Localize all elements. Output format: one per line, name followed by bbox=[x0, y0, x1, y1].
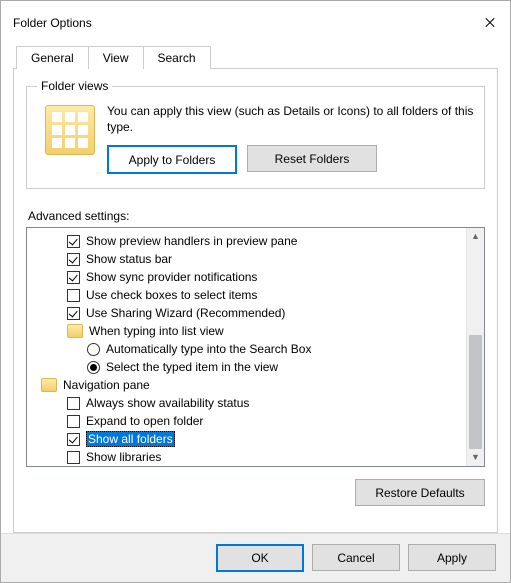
list-item-label: Show sync provider notifications bbox=[86, 270, 257, 284]
checkbox-icon[interactable] bbox=[67, 235, 80, 248]
checkbox-icon[interactable] bbox=[67, 451, 80, 464]
list-item[interactable]: Use check boxes to select items bbox=[33, 286, 467, 304]
reset-folders-button[interactable]: Reset Folders bbox=[247, 145, 377, 172]
list-item[interactable]: Show sync provider notifications bbox=[33, 268, 467, 286]
dialog-button-row: OK Cancel Apply bbox=[1, 533, 510, 582]
checkbox-icon[interactable] bbox=[67, 307, 80, 320]
scrollbar[interactable]: ▲ ▼ bbox=[466, 228, 484, 466]
advanced-settings-list[interactable]: Show preview handlers in preview pane Sho… bbox=[26, 227, 485, 467]
folder-views-group: Folder views You can apply this view (su… bbox=[26, 79, 485, 189]
tab-view[interactable]: View bbox=[88, 46, 144, 69]
list-item-label: Use check boxes to select items bbox=[86, 288, 257, 302]
list-item-label: Show all folders bbox=[86, 431, 175, 447]
folder-views-legend: Folder views bbox=[37, 79, 112, 93]
close-icon[interactable] bbox=[482, 15, 498, 31]
list-item-label: Expand to open folder bbox=[86, 414, 203, 428]
folder-views-description: You can apply this view (such as Details… bbox=[107, 103, 474, 135]
list-item[interactable]: Select the typed item in the view bbox=[33, 358, 467, 376]
list-item-label: Show status bar bbox=[86, 252, 172, 266]
cancel-button[interactable]: Cancel bbox=[312, 544, 400, 571]
checkbox-icon[interactable] bbox=[67, 253, 80, 266]
window-title: Folder Options bbox=[13, 16, 92, 30]
checkbox-icon[interactable] bbox=[67, 397, 80, 410]
folder-icon bbox=[67, 324, 83, 338]
folder-icon bbox=[45, 105, 95, 155]
folder-icon bbox=[41, 378, 57, 392]
scroll-up-icon[interactable]: ▲ bbox=[471, 228, 480, 245]
list-item-label: Always show availability status bbox=[86, 396, 249, 410]
restore-defaults-button[interactable]: Restore Defaults bbox=[355, 479, 485, 506]
list-item-label: Select the typed item in the view bbox=[106, 360, 278, 374]
checkbox-icon[interactable] bbox=[67, 271, 80, 284]
radio-icon[interactable] bbox=[87, 361, 100, 374]
list-item[interactable]: Expand to open folder bbox=[33, 412, 467, 430]
list-item[interactable]: When typing into list view bbox=[33, 322, 467, 340]
checkbox-icon[interactable] bbox=[67, 289, 80, 302]
apply-to-folders-button[interactable]: Apply to Folders bbox=[107, 145, 237, 174]
tab-page-view: Folder views You can apply this view (su… bbox=[13, 68, 498, 533]
ok-button[interactable]: OK bbox=[216, 544, 304, 572]
list-item-label: Show preview handlers in preview pane bbox=[86, 234, 297, 248]
list-item[interactable]: Show all folders bbox=[33, 430, 467, 448]
list-item-label: Use Sharing Wizard (Recommended) bbox=[86, 306, 285, 320]
tab-search[interactable]: Search bbox=[143, 46, 211, 69]
dialog-client: General View Search Folder views You can… bbox=[1, 37, 510, 533]
list-item[interactable]: Show libraries bbox=[33, 448, 467, 466]
list-item-label: When typing into list view bbox=[89, 324, 224, 338]
tab-general[interactable]: General bbox=[16, 46, 89, 69]
list-item[interactable]: Navigation pane bbox=[33, 376, 467, 394]
scroll-track[interactable] bbox=[467, 245, 484, 449]
scroll-thumb[interactable] bbox=[469, 335, 482, 449]
list-item-label: Show libraries bbox=[86, 450, 161, 464]
list-item[interactable]: Use Sharing Wizard (Recommended) bbox=[33, 304, 467, 322]
apply-button[interactable]: Apply bbox=[408, 544, 496, 571]
checkbox-icon[interactable] bbox=[67, 415, 80, 428]
tab-strip: General View Search bbox=[13, 46, 498, 69]
list-item-label: Navigation pane bbox=[63, 378, 150, 392]
titlebar: Folder Options bbox=[1, 1, 510, 37]
radio-icon[interactable] bbox=[87, 343, 100, 356]
list-item-label: Automatically type into the Search Box bbox=[106, 342, 311, 356]
list-item[interactable]: Always show availability status bbox=[33, 394, 467, 412]
scroll-down-icon[interactable]: ▼ bbox=[471, 449, 480, 466]
advanced-settings-label: Advanced settings: bbox=[28, 209, 485, 223]
list-item[interactable]: Automatically type into the Search Box bbox=[33, 340, 467, 358]
checkbox-icon[interactable] bbox=[67, 433, 80, 446]
list-item[interactable]: Show status bar bbox=[33, 250, 467, 268]
list-item[interactable]: Show preview handlers in preview pane bbox=[33, 232, 467, 250]
